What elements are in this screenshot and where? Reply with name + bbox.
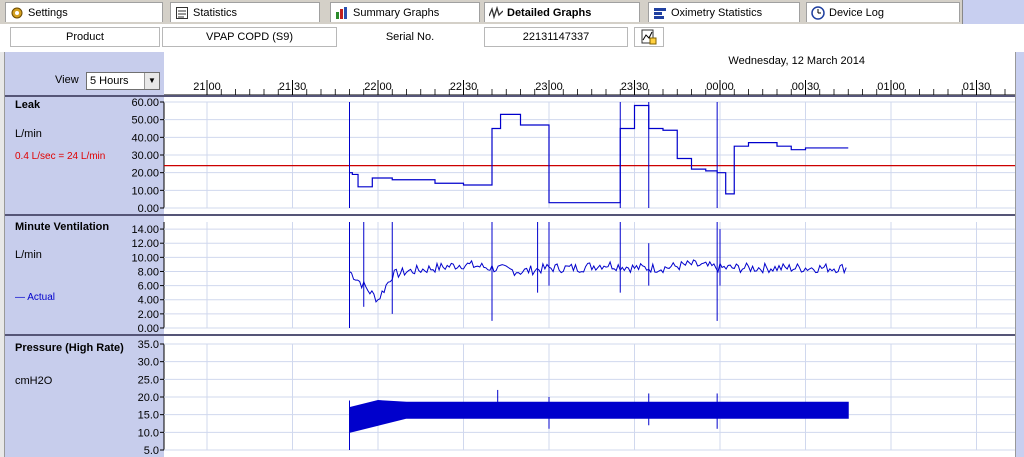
y-tick-label: 6.00 bbox=[138, 281, 159, 293]
y-tick-label: 30.00 bbox=[131, 150, 159, 162]
y-tick-label: 12.00 bbox=[131, 238, 159, 250]
y-tick-label: 40.00 bbox=[131, 132, 159, 144]
y-tick-label: 10.0 bbox=[138, 427, 159, 439]
y-tick-label: 8.00 bbox=[138, 266, 159, 278]
y-tick-label: 14.00 bbox=[131, 224, 159, 236]
y-tick-label: 20.00 bbox=[131, 168, 159, 180]
y-tick-label: 25.0 bbox=[138, 374, 159, 386]
y-tick-label: 35.0 bbox=[138, 339, 159, 351]
y-tick-label: 20.0 bbox=[138, 392, 159, 404]
detailed-graphs-chart: 21:00 21:30 22:00 22:30 23:00 23:30 00:00 00:30… bbox=[5, 80, 1015, 457]
y-tick-label: 4.00 bbox=[138, 295, 159, 307]
y-tick-label: 10.00 bbox=[131, 252, 159, 264]
mv-series-line bbox=[349, 259, 847, 303]
y-tick-label: 60.00 bbox=[131, 97, 159, 109]
y-tick-label: 5.0 bbox=[144, 445, 159, 457]
y-tick-label: 2.00 bbox=[138, 309, 159, 321]
y-tick-label: 15.0 bbox=[138, 410, 159, 422]
pressure-band bbox=[349, 400, 849, 433]
y-tick-label: 30.0 bbox=[138, 357, 159, 369]
y-tick-label: 0.00 bbox=[138, 203, 159, 215]
y-tick-label: 0.00 bbox=[138, 323, 159, 335]
y-tick-label: 50.00 bbox=[131, 115, 159, 127]
y-tick-label: 10.00 bbox=[131, 185, 159, 197]
